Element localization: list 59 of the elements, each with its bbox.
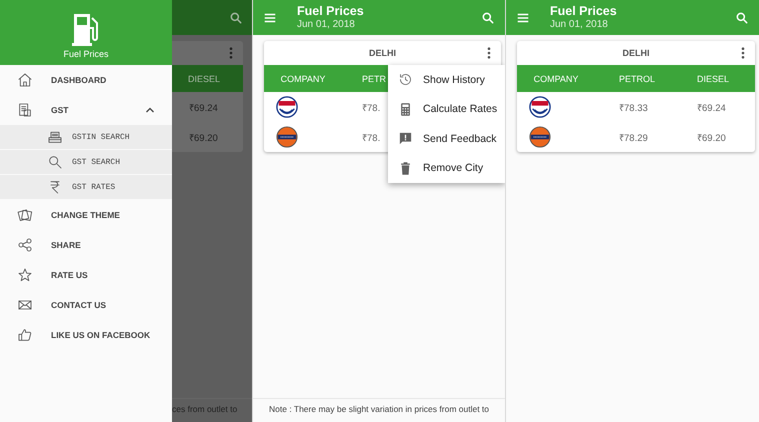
price-cell-text: ₹78.29 xyxy=(618,132,649,144)
price-cell-text: ₹69.20 xyxy=(189,132,218,144)
price-cell-text: ₹78. xyxy=(362,132,380,144)
share-icon xyxy=(17,237,33,253)
column-header: COMPANY xyxy=(280,74,326,84)
fuel-pump-icon xyxy=(71,12,101,46)
feedback-icon xyxy=(398,131,413,146)
document-icon xyxy=(17,102,33,118)
date-label: Jun 01, 2018 xyxy=(550,18,609,31)
search-icon xyxy=(47,154,63,170)
column-header: DIESEL xyxy=(188,74,220,84)
drawer-item[interactable]: DASHBOARD xyxy=(0,65,172,95)
menu-item[interactable]: Send Feedback xyxy=(388,124,505,154)
drawer-item[interactable]: RATE US xyxy=(0,260,172,290)
company-logo-icon xyxy=(529,96,551,118)
submenu-item[interactable]: GST SEARCH xyxy=(0,150,172,175)
company-logo-icon xyxy=(529,126,551,148)
note-text: ces from outlet to xyxy=(172,398,252,422)
submenu-item[interactable]: GST RATES xyxy=(0,175,172,200)
price-cell-text: ₹78.33 xyxy=(618,102,649,114)
column-header: PETROL xyxy=(618,74,656,84)
price-cell-text: ₹69.24 xyxy=(696,102,727,114)
app-title: Fuel Prices xyxy=(297,4,365,18)
price-cell-text: ₹69.20 xyxy=(696,132,727,144)
drawer-item[interactable]: LIKE US ON FACEBOOK xyxy=(0,320,172,350)
history-icon xyxy=(398,72,413,88)
calculator-icon xyxy=(398,102,413,117)
search-icon[interactable] xyxy=(229,10,243,24)
more-options-icon[interactable] xyxy=(741,47,745,59)
city-name: DELHI xyxy=(622,48,650,58)
menu-item[interactable]: Remove City xyxy=(388,154,505,183)
trash-icon xyxy=(398,160,413,176)
city-name: DELHI xyxy=(369,48,396,58)
menu-item[interactable]: Show History xyxy=(388,65,505,94)
company-logo-icon xyxy=(276,96,298,118)
cash-register-icon xyxy=(47,129,63,145)
drawer-item[interactable]: SHARE xyxy=(0,230,172,260)
home-icon xyxy=(17,72,33,88)
price-cell-text: ₹78. xyxy=(362,102,380,114)
more-options-icon[interactable] xyxy=(487,47,491,59)
search-icon[interactable] xyxy=(481,10,495,24)
column-header: DIESEL xyxy=(696,74,730,84)
submenu-item[interactable]: GSTIN SEARCH xyxy=(0,125,172,150)
cards-icon xyxy=(17,207,33,223)
drawer-item[interactable]: GST xyxy=(0,95,172,125)
star-icon xyxy=(17,267,33,283)
menu-item[interactable]: Calculate Rates xyxy=(388,94,505,124)
company-logo-icon xyxy=(276,126,298,148)
app-title: Fuel Prices xyxy=(550,4,618,18)
price-cell-text: ₹69.24 xyxy=(189,102,218,114)
column-header: PETR xyxy=(362,74,386,84)
drawer-item[interactable]: CHANGE THEME xyxy=(0,200,172,230)
date-label: Jun 01, 2018 xyxy=(297,18,356,31)
more-options-icon[interactable] xyxy=(229,47,233,59)
drawer-item[interactable]: CONTACT US xyxy=(0,290,172,320)
thumbs-up-icon xyxy=(17,327,33,343)
search-icon[interactable] xyxy=(735,10,749,24)
drawer-title: Fuel Prices xyxy=(63,49,108,59)
column-header: COMPANY xyxy=(534,74,578,84)
